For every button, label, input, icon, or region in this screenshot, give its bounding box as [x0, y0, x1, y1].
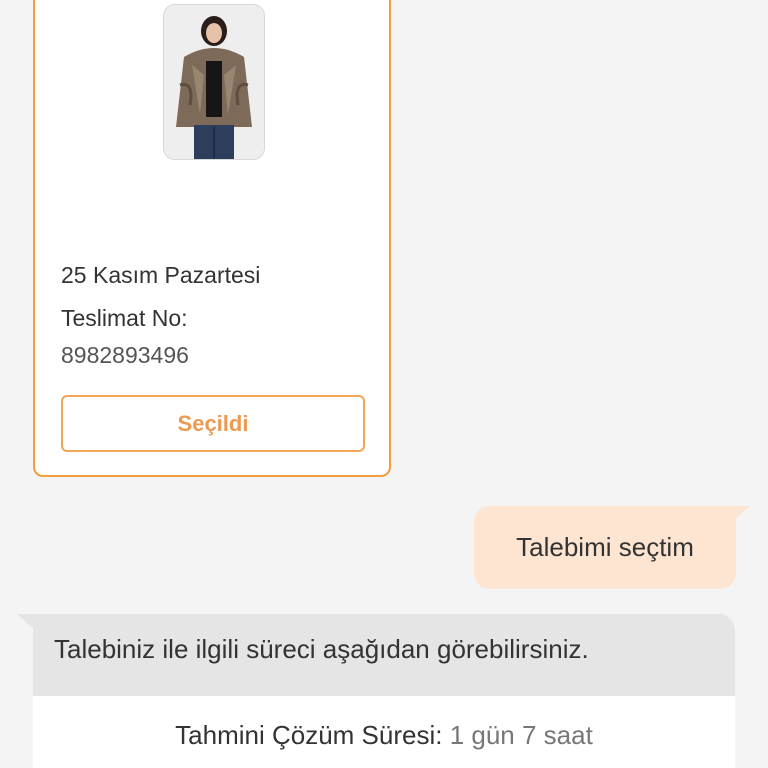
resolution-time-label: Tahmini Çözüm Süresi:	[175, 720, 450, 750]
user-message-text: Talebimi seçtim	[516, 532, 694, 562]
delivery-number-value: 8982893496	[61, 342, 189, 368]
resolution-time-value: 1 gün 7 saat	[449, 720, 593, 750]
bot-message-text: Talebiniz ile ilgili süreci aşağıdan gör…	[54, 634, 589, 664]
user-message-bubble: Talebimi seçtim	[474, 506, 736, 589]
bot-message-bubble: Talebiniz ile ilgili süreci aşağıdan gör…	[33, 614, 735, 768]
product-image	[163, 4, 265, 160]
order-date: 25 Kasım Pazartesi	[61, 262, 261, 288]
user-bubble-tail	[734, 506, 750, 520]
order-card: 25 Kasım Pazartesi Teslimat No: 89828934…	[33, 0, 391, 477]
selected-button[interactable]: Seçildi	[61, 395, 365, 452]
bot-bubble-tail	[17, 614, 33, 628]
delivery-number-label: Teslimat No:	[61, 305, 188, 331]
resolution-time-row: Tahmini Çözüm Süresi: 1 gün 7 saat	[33, 720, 735, 751]
process-panel: Tahmini Çözüm Süresi: 1 gün 7 saat	[33, 696, 735, 768]
product-photo	[164, 5, 264, 159]
